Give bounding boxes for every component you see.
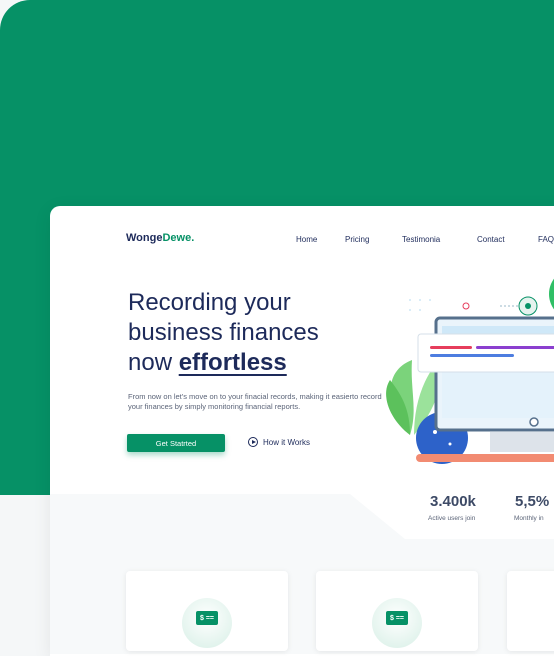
- money-icon: $ ==: [196, 611, 218, 625]
- nav-home[interactable]: Home: [296, 235, 317, 244]
- how-it-works-label: How it Works: [263, 437, 310, 447]
- stat-value: 3.400k: [430, 493, 476, 510]
- dot-grid: [409, 299, 431, 311]
- nav-pricing[interactable]: Pricing: [345, 235, 369, 244]
- chart-circle-icon: [549, 278, 554, 310]
- logo[interactable]: WongeDewe.: [126, 232, 194, 244]
- hero-title: Recording your business finances now eff…: [128, 288, 388, 378]
- how-it-works-button[interactable]: How it Works: [248, 437, 310, 447]
- hero-subtitle: From now on let's move on to your finaci…: [128, 392, 382, 411]
- stat-label: Active users join: [428, 515, 476, 522]
- get-started-button[interactable]: Get Statrted: [127, 434, 225, 452]
- feature-card[interactable]: $ ==: [126, 571, 288, 651]
- nav-faq[interactable]: FAQ: [538, 235, 554, 244]
- feature-card[interactable]: $ ==: [316, 571, 478, 651]
- stat-label: Monthly in: [514, 515, 544, 522]
- logo-main: Wonge: [126, 232, 163, 244]
- play-icon: [248, 437, 258, 447]
- feature-card[interactable]: [507, 571, 554, 651]
- logo-accent: Dewe.: [162, 232, 195, 244]
- hero-title-line1: Recording your: [128, 289, 291, 316]
- stat-value: 5,5%: [515, 493, 550, 510]
- hero-title-line3: now: [128, 349, 179, 376]
- hero-title-line2: business finances: [128, 319, 319, 346]
- hero-title-emphasis: effortless: [178, 349, 287, 376]
- monitor-illustration: [386, 278, 554, 464]
- money-icon: $ ==: [386, 611, 408, 625]
- nav-contact[interactable]: Contact: [477, 235, 505, 244]
- nav-testimonial[interactable]: Testimonia: [402, 235, 440, 244]
